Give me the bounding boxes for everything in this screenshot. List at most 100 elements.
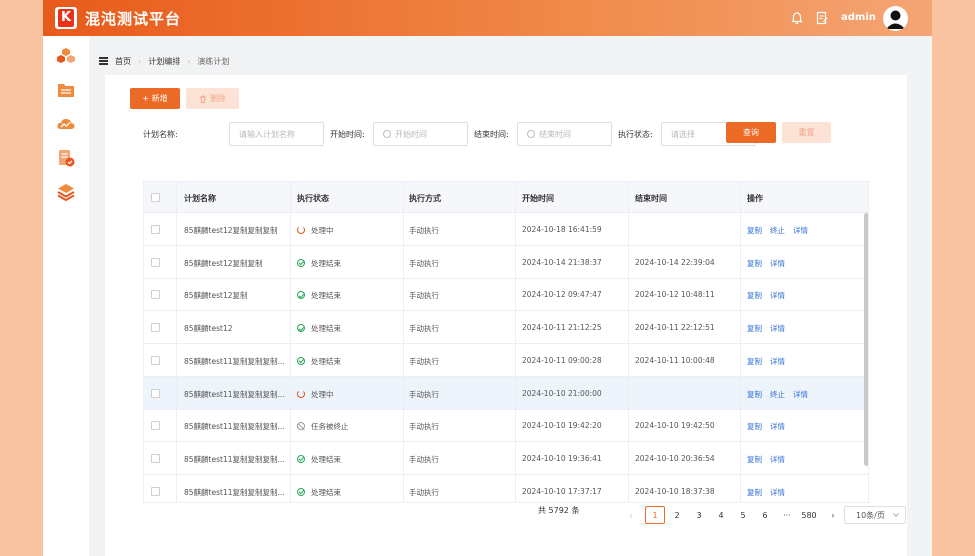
copy-link[interactable]: 复制 [747,422,762,431]
prev-page-icon[interactable]: ‹ [621,506,641,524]
end-time-picker[interactable]: 结束时间 [517,122,612,146]
column-header-actions: 操作 [747,194,763,203]
row-checkbox[interactable] [151,453,160,463]
page-ellipsis[interactable]: ··· [777,506,797,524]
table-row[interactable]: 85麒麟test11复制复制复制... 处理中 手动执行 2024-10-10 21:… [144,376,868,410]
table-row[interactable]: 85麒麟test11复制复制复制... 处理结束 手动执行 2024-10-11 09… [144,344,868,377]
document-edit-icon[interactable] [815,11,829,25]
end-time-label: 结束时间: [474,130,509,139]
folder-list-icon[interactable] [56,80,76,100]
cell-exec-status: 处理结束 [297,487,341,498]
breadcrumb-plan-orchestration[interactable]: 计划编排 [148,56,180,67]
row-checkbox[interactable] [151,323,160,333]
table-row[interactable]: 85麒麟test12复制 处理结束 手动执行 2024-10-12 09:47:47 2… [144,278,868,312]
details-link[interactable]: 详情 [770,324,785,333]
breadcrumb-current: 演练计划 [197,56,230,66]
copy-link[interactable]: 复制 [747,488,762,497]
app-logo[interactable]: K [55,7,77,29]
copy-link[interactable]: 复制 [747,455,762,464]
next-page-icon[interactable]: › [823,506,843,524]
query-button[interactable]: 查询 [726,122,776,143]
reset-button[interactable]: 重置 [782,122,831,143]
table-scrollbar[interactable] [864,213,868,466]
cell-plan-name: 85麒麟test12 [184,324,233,334]
table-row[interactable]: 85麒麟test12复制复制复制 处理中 手动执行 2024-10-18 16:41:… [144,213,868,246]
column-divider [515,182,516,502]
details-link[interactable]: 详情 [793,226,808,235]
table-row[interactable]: 85麒麟test11复制复制复制... 任务被终止 手动执行 2024-10-10 1… [144,409,868,443]
details-link[interactable]: 详情 [770,488,785,497]
breadcrumb-home[interactable]: 首页 [115,56,131,67]
cell-start-time: 2024-10-11 21:12:25 [522,323,602,333]
row-checkbox[interactable] [151,421,160,431]
menu-icon[interactable] [99,57,108,65]
terminate-link[interactable]: 终止 [770,226,785,235]
copy-link[interactable]: 复制 [747,390,762,399]
cubes-icon[interactable] [56,46,76,66]
table-row[interactable]: 85麒麟test12 处理结束 手动执行 2024-10-11 21:12:25 202… [144,311,868,345]
page-size-select[interactable]: 10条/页 [844,506,906,524]
row-checkbox[interactable] [151,225,160,234]
copy-link[interactable]: 复制 [747,226,762,235]
copy-link[interactable]: 复制 [747,291,762,300]
status-text: 处理中 [311,389,334,399]
copy-link[interactable]: 复制 [747,259,762,268]
terminate-link[interactable]: 终止 [770,390,785,399]
cell-actions: 复制 详情 [747,323,793,334]
cell-plan-name: 85麒麟test11复制复制复制... [184,389,285,399]
table-row[interactable]: 85麒麟test11复制复制复制... 处理结束 手动执行 2024-10-10 19… [144,442,868,475]
delete-button[interactable]: 删除 [186,88,239,109]
cell-end-time: 2024-10-14 22:39:04 [635,257,715,267]
page-button-5[interactable]: 5 [733,506,753,524]
row-checkbox[interactable] [151,388,160,398]
document-check-icon[interactable] [56,148,76,168]
bell-icon[interactable] [790,11,804,25]
page-button-3[interactable]: 3 [689,506,709,524]
copy-link[interactable]: 复制 [747,324,762,333]
details-link[interactable]: 详情 [793,390,808,399]
select-all-checkbox[interactable] [151,193,160,202]
cell-exec-mode: 手动执行 [409,324,439,334]
cell-start-time: 2024-10-18 16:41:59 [522,225,602,234]
layers-icon[interactable] [56,182,76,202]
page-button-2[interactable]: 2 [667,506,687,524]
table-row[interactable]: 85麒麟test12复制复制 处理结束 手动执行 2024-10-14 21:38:3… [144,246,868,279]
details-link[interactable]: 详情 [770,455,785,464]
cell-start-time: 2024-10-10 19:42:20 [522,421,602,431]
check-circle-icon [297,356,305,365]
cell-exec-status: 处理结束 [297,356,341,367]
status-text: 处理结束 [311,258,341,268]
details-link[interactable]: 详情 [770,357,785,366]
page-button-1[interactable]: 1 [645,506,665,524]
details-link[interactable]: 详情 [770,291,785,300]
processing-icon [297,389,305,398]
copy-link[interactable]: 复制 [747,357,762,366]
exec-status-placeholder: 请选择 [671,129,695,139]
cell-plan-name: 85麒麟test11复制复制复制... [184,487,285,497]
row-checkbox[interactable] [151,355,160,365]
start-time-picker[interactable]: 开始时间 [373,122,468,146]
cell-exec-mode: 手动执行 [409,258,439,268]
page-button-last[interactable]: 580 [799,506,819,524]
cell-start-time: 2024-10-10 19:36:41 [522,453,602,463]
cloud-chart-icon[interactable] [56,114,76,134]
row-checkbox[interactable] [151,486,160,496]
row-checkbox[interactable] [151,290,160,300]
column-header-exec-mode: 执行方式 [409,194,441,203]
add-button[interactable]: + 新增 [130,88,180,109]
table-row[interactable]: 85麒麟test11复制复制复制... 处理结束 手动执行 2024-10-10 17… [144,475,868,502]
cell-start-time: 2024-10-12 09:47:47 [522,290,602,300]
cell-end-time: 2024-10-10 18:37:38 [635,486,715,496]
row-checkbox[interactable] [151,257,160,267]
details-link[interactable]: 详情 [770,422,785,431]
page-button-6[interactable]: 6 [755,506,775,524]
username[interactable]: admin [841,12,876,23]
plan-name-input[interactable]: 请输入计划名称 [229,122,324,146]
cell-actions: 复制 详情 [747,258,793,269]
user-avatar[interactable] [883,6,908,31]
details-link[interactable]: 详情 [770,259,785,268]
page-button-4[interactable]: 4 [711,506,731,524]
cell-start-time: 2024-10-14 21:38:37 [522,257,602,267]
breadcrumb-separator-icon: › [138,56,142,66]
cell-exec-mode: 手动执行 [409,291,439,301]
